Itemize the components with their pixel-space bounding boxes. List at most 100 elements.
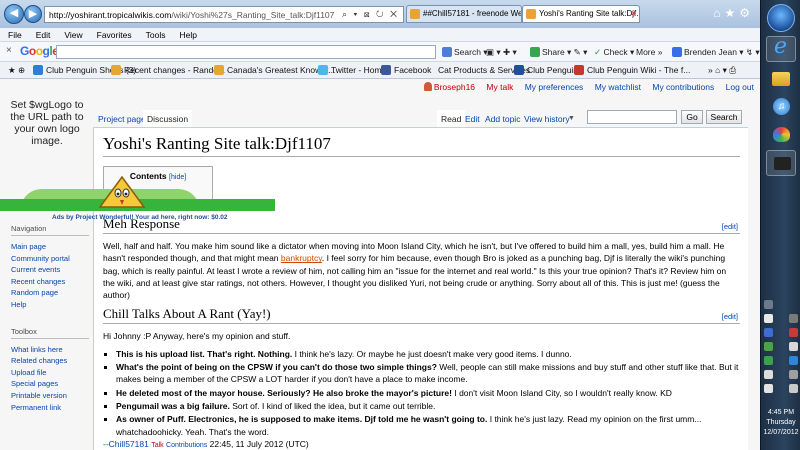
menu-file[interactable]: File: [8, 28, 22, 41]
menu-tools[interactable]: Tools: [146, 28, 166, 41]
personal-contributions-link[interactable]: My contributions: [652, 82, 714, 92]
tray-expand-icon[interactable]: [764, 300, 773, 309]
personal-talk-link[interactable]: My talk: [486, 82, 513, 92]
home-favorites-settings-icons[interactable]: ⌂★⚙: [713, 6, 754, 20]
page-tools-icon[interactable]: » ⌂ ▾ ⎙: [708, 64, 736, 77]
menu-favorites[interactable]: Favorites: [97, 28, 132, 41]
toolbar-close-icon[interactable]: ×: [6, 45, 12, 56]
tray-row: [764, 384, 798, 395]
edit-section-link[interactable]: [edit]: [722, 312, 738, 321]
sidebar-item-recent-changes[interactable]: Recent changes: [11, 276, 89, 288]
sidebar-item-current-events[interactable]: Current events: [11, 264, 89, 276]
google-check-button[interactable]: ✓ Check ▾: [594, 45, 634, 59]
menu-view[interactable]: View: [64, 28, 82, 41]
taskbar-file-explorer[interactable]: [766, 66, 796, 92]
sidebar-item-random-page[interactable]: Random page: [11, 287, 89, 299]
tab-favicon-icon: [410, 9, 420, 19]
browser-tab-irc[interactable]: ##Chill57181 - freenode Web I...: [406, 5, 522, 23]
taskbar-media-app[interactable]: [766, 150, 796, 176]
signature: --Chill57181 Talk Contributions 22:45, 1…: [103, 439, 740, 449]
start-button[interactable]: [767, 4, 795, 32]
site-logo[interactable]: Set $wgLogo to the URL path to your own …: [4, 99, 90, 179]
personal-logout-link[interactable]: Log out: [726, 82, 754, 92]
toolbar-extras-icon[interactable]: ▣ ▾ ✚ ▾: [486, 45, 517, 59]
tab-label: ##Chill57181 - freenode Web I...: [423, 9, 521, 18]
edit-section-link[interactable]: [edit]: [722, 222, 738, 231]
tab-close-icon[interactable]: ×: [631, 6, 636, 22]
bookmark-club-penguin-wiki[interactable]: Club Penguin Wiki - The f...: [574, 64, 690, 77]
bookmark-facebook[interactable]: Facebook: [381, 64, 431, 77]
list-item: What's the point of being on the CPSW if…: [116, 361, 740, 386]
browser-tab-active[interactable]: Yoshi's Ranting Site talk:Djf... ×: [522, 5, 640, 23]
sidebar-item-main-page[interactable]: Main page: [11, 241, 89, 253]
google-user-button[interactable]: Brenden Jean ▾ ↯ ▾: [672, 45, 760, 59]
bookmark-club-penguin[interactable]: Club Penguin: [514, 64, 578, 77]
personal-username-link[interactable]: Broseph16: [423, 82, 475, 92]
network-icon[interactable]: [764, 370, 773, 379]
url-domain: http://yoshirant.tropicalwikis.com: [49, 9, 172, 20]
paint-palette-icon: [773, 127, 790, 142]
puffle-character-icon: [98, 175, 146, 208]
url-path: /wiki/Yoshi%27s_Ranting_Site_talk:Djf110…: [171, 9, 335, 20]
sidebar-item-permanent-link[interactable]: Permanent link: [11, 402, 89, 414]
tray-app-icon[interactable]: [789, 314, 798, 323]
google-search-input[interactable]: [56, 45, 436, 59]
signature-user-link[interactable]: --Chill57181: [103, 439, 149, 449]
search-button[interactable]: Search: [706, 110, 742, 124]
forward-arrow-icon[interactable]: ▶: [24, 5, 42, 23]
sidebar-item-help[interactable]: Help: [11, 299, 89, 311]
tab-project-page[interactable]: Project page: [94, 110, 150, 128]
section-heading-chill-talks: Chill Talks About A Rant (Yay!) [edit]: [103, 306, 740, 325]
advertisement-banner[interactable]: Ads by Project Wonderful! Your ad here, …: [0, 175, 275, 221]
favorites-star-icon[interactable]: ★ ⊕: [8, 64, 25, 77]
go-button[interactable]: Go: [681, 110, 703, 124]
sidebar-item-special-pages[interactable]: Special pages: [11, 378, 89, 390]
bookmark-favicon-icon: [214, 65, 224, 75]
bookmark-recent-changes[interactable]: Recent changes - Rando...: [111, 64, 225, 77]
taskbar-paint[interactable]: [766, 122, 796, 148]
sidebar-item-community-portal[interactable]: Community portal: [11, 253, 89, 265]
tab-view-history[interactable]: View history: [520, 110, 574, 128]
personal-preferences-link[interactable]: My preferences: [525, 82, 584, 92]
address-bar-tools-icon[interactable]: ⌕ ▾ ⊠ ↻ ✕: [342, 9, 399, 20]
tray-app-icon[interactable]: [789, 328, 798, 337]
address-bar[interactable]: http://yoshirant.tropicalwikis.com/wiki/…: [44, 6, 404, 23]
signal-bars-icon[interactable]: [764, 342, 773, 351]
sidebar-item-upload-file[interactable]: Upload file: [11, 367, 89, 379]
tray-app-icon[interactable]: [789, 342, 798, 351]
tray-app-icon[interactable]: [789, 370, 798, 379]
wiki-search-input[interactable]: [587, 110, 677, 124]
tray-app-icon[interactable]: [764, 328, 773, 337]
sidebar-item-printable-version[interactable]: Printable version: [11, 390, 89, 402]
tray-app-icon[interactable]: [764, 356, 773, 365]
signature-talk-link[interactable]: Talk: [151, 442, 163, 449]
itunes-icon: ♫: [773, 98, 790, 115]
google-share-button[interactable]: Share ▾ ✎ ▾: [530, 45, 587, 59]
tab-add-topic[interactable]: Add topic: [481, 110, 524, 128]
bookmark-twitter[interactable]: Twitter - Home: [318, 64, 386, 77]
volume-icon[interactable]: [789, 384, 798, 393]
list-item: He deleted most of the mayor house. Seri…: [116, 387, 740, 399]
signature-contributions-link[interactable]: Contributions: [166, 442, 207, 449]
tab-favicon-icon: [526, 9, 536, 19]
bankruptcy-link[interactable]: bankruptcy: [281, 253, 322, 263]
tray-app-icon[interactable]: [764, 314, 773, 323]
sidebar-item-what-links-here[interactable]: What links here: [11, 344, 89, 356]
battery-icon[interactable]: [764, 384, 773, 393]
taskbar-clock[interactable]: 4:45 PM Thursday 12/07/2012: [761, 408, 800, 438]
tray-app-icon[interactable]: [789, 356, 798, 365]
personal-watchlist-link[interactable]: My watchlist: [595, 82, 641, 92]
back-arrow-icon[interactable]: ◀: [4, 4, 24, 24]
menu-help[interactable]: Help: [179, 28, 196, 41]
menu-edit[interactable]: Edit: [36, 28, 51, 41]
tab-discussion[interactable]: Discussion: [143, 110, 193, 128]
google-more-button[interactable]: More »: [636, 45, 662, 59]
google-search-button[interactable]: Search ▾: [442, 45, 488, 59]
ad-caption[interactable]: Ads by Project Wonderful! Your ad here, …: [52, 214, 282, 221]
tray-row: [764, 370, 798, 381]
sidebar-item-related-changes[interactable]: Related changes: [11, 355, 89, 367]
taskbar-itunes[interactable]: ♫: [766, 94, 796, 120]
taskbar-internet-explorer[interactable]: e: [766, 34, 796, 62]
windows-taskbar: e ♫ 4:45 PM Thursday 12/07/2012: [760, 0, 800, 450]
more-actions-chevron-icon[interactable]: ▼: [568, 115, 578, 125]
